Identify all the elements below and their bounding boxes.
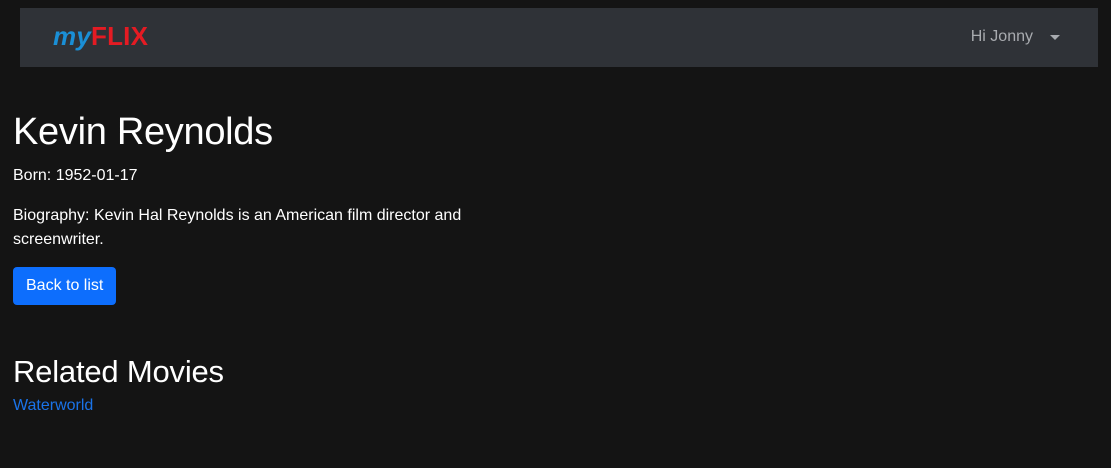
born-label: Born:	[13, 167, 56, 184]
director-born: Born: 1952-01-17	[13, 166, 533, 186]
related-movies-heading: Related Movies	[13, 354, 224, 389]
user-greeting: Hi Jonny	[970, 28, 1033, 45]
brand-logo[interactable]: myFLIX	[53, 20, 148, 52]
brand-prefix: my	[53, 21, 91, 51]
brand-suffix: FLIX	[90, 21, 149, 51]
born-date: 1952-01-17	[55, 167, 138, 184]
list-item: Waterworld	[13, 396, 533, 416]
caret-down-icon	[1050, 35, 1060, 40]
back-to-list-button[interactable]: Back to list	[13, 267, 117, 305]
navbar: myFLIX Hi Jonny	[20, 8, 1098, 67]
director-biography: Biography: Kevin Hal Reynolds is an Amer…	[13, 204, 483, 252]
director-name: Kevin Reynolds	[13, 111, 273, 153]
related-movie-link[interactable]: Waterworld	[13, 397, 93, 414]
user-menu-dropdown[interactable]: Hi Jonny	[971, 26, 1060, 48]
director-view: Kevin Reynolds Born: 1952-01-17 Biograph…	[13, 108, 533, 416]
bio-label: Biography:	[13, 207, 94, 224]
related-movies-list: Waterworld	[13, 396, 533, 416]
